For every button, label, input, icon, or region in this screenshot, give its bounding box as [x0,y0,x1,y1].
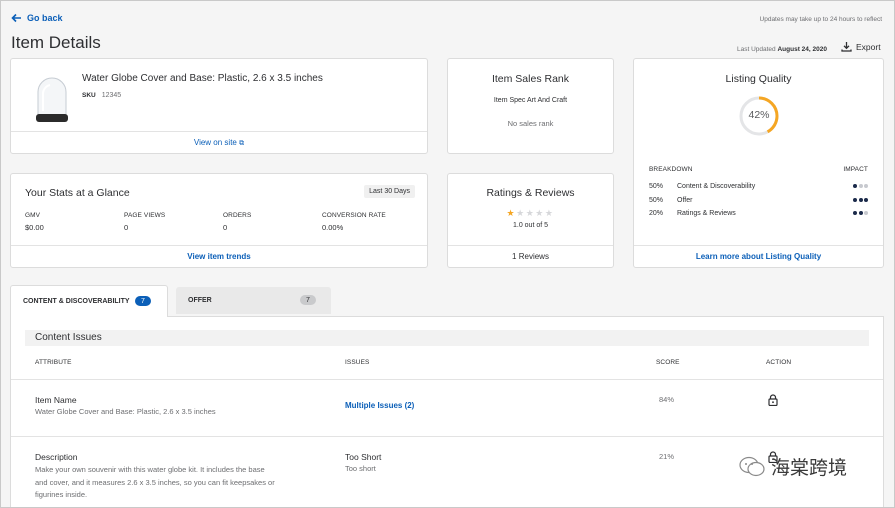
external-link-icon: ⧉ [239,140,245,147]
update-notice: Updates may take up to 24 hours to refle… [759,16,882,23]
breakdown-row: 50% Offer [649,194,868,208]
learn-more-link[interactable]: Learn more about Listing Quality [634,245,883,267]
metric-value: 0 [223,223,228,232]
watermark: 海棠跨境 [739,453,847,480]
metric-value: $0.00 [25,223,44,232]
stats-title: Your Stats at a Glance [25,187,130,199]
arrow-left-icon [11,13,21,23]
page-title: Item Details [11,33,101,52]
listing-quality-card: Listing Quality 42% BREAKDOWN IMPACT 50%… [633,58,884,268]
tab-count-badge: 7 [300,295,316,305]
star-empty-icon: ★ [516,208,526,218]
row-detail: Make your own souvenir with this water g… [35,465,275,499]
impact-dot-filled [858,197,863,202]
impact-dot-filled [858,211,863,216]
impact-dots [852,197,868,204]
row-score: 84% [659,395,675,404]
impact-dot-filled [853,211,857,216]
download-icon [841,42,852,52]
metric-value: 0.00% [322,223,344,232]
star-filled-icon: ★ [506,208,517,218]
view-trends-link[interactable]: View item trends [11,245,427,267]
star-rating: ★★★★★ [448,208,613,219]
content-issues-header: Content Issues [25,330,869,346]
impact-dots [852,183,868,190]
quality-percent: 42% [748,109,770,121]
metric-value: 0 [124,223,129,232]
tab-count-badge: 7 [135,296,151,306]
row-attribute: Description [35,452,78,462]
watermark-text: 海棠跨境 [771,457,848,479]
metric-label: GMV [25,212,41,219]
col-action: ACTION [766,359,792,366]
item-sku: SKU 12345 [82,92,122,99]
sales-rank-title: Item Sales Rank [491,73,570,85]
lock-icon[interactable] [768,394,778,406]
go-back-label: Go back [27,13,63,23]
metric-label: CONVERSION RATE [322,212,386,219]
star-empty-icon: ★ [525,208,536,218]
stats-card: Your Stats at a Glance Last 30 Days GMV … [10,173,428,268]
ratings-title: Ratings & Reviews [486,187,575,199]
item-name: Water Globe Cover and Base: Plastic, 2.6… [82,73,323,84]
chat-bubble-icon [739,456,765,476]
rating-text: 1.0 out of 5 [512,222,549,229]
item-card: Water Globe Cover and Base: Plastic, 2.6… [10,58,428,154]
sales-rank-category: Item Spec Art And Craft [493,97,568,104]
col-score: SCORE [656,359,680,366]
col-issues: ISSUES [345,359,370,366]
table-row: Item Name Water Globe Cover and Base: Pl… [11,380,883,436]
metric-label: PAGE VIEWS [124,212,166,219]
view-on-site-link[interactable]: View on site ⧉ [11,131,427,153]
metric-label: ORDERS [223,212,252,219]
listing-quality-title: Listing Quality [725,73,792,85]
row-attribute: Item Name [35,395,77,405]
breakdown-row: 20% Ratings & Reviews [649,207,868,221]
col-attribute: ATTRIBUTE [35,359,72,366]
export-button[interactable]: Export [841,41,881,52]
go-back-link[interactable]: Go back [11,13,63,23]
impact-dot-empty [864,211,868,216]
star-empty-icon: ★ [535,208,545,218]
row-score: 21% [659,452,675,461]
issue-label: Too Short [345,452,382,462]
tab-offer[interactable]: OFFER 7 [176,287,331,314]
impact-dot-filled [864,197,868,202]
impact-dot-empty [858,184,863,189]
issue-sub: Too short [345,464,376,473]
impact-dot-filled [853,184,857,189]
impact-label: IMPACT [843,166,868,173]
star-empty-icon: ★ [544,208,555,218]
ratings-card: Ratings & Reviews ★★★★★ 1.0 out of 5 1 R… [447,173,614,268]
sales-rank-value: No sales rank [507,119,554,128]
page: Go back Updates may take up to 24 hours … [0,0,895,508]
content-issues-title: Content Issues [35,332,102,343]
impact-dots [852,210,868,217]
reviews-count[interactable]: 1 Reviews [448,245,613,267]
period-badge[interactable]: Last 30 Days [364,185,415,198]
breakdown-list: 50% Content & Discoverability 50% Offer … [649,180,868,221]
impact-dot-empty [864,184,868,189]
multiple-issues-link[interactable]: Multiple Issues (2) [345,401,414,410]
water-globe-image [36,77,68,122]
impact-dot-filled [853,197,857,202]
row-detail: Water Globe Cover and Base: Plastic, 2.6… [35,407,216,416]
breakdown-row: 50% Content & Discoverability [649,180,868,194]
last-updated: Last Updated August 24, 2020 [737,46,827,53]
sales-rank-card: Item Sales Rank Item Spec Art And Craft … [447,58,614,154]
tab-content-discoverability[interactable]: CONTENT & DISCOVERABILITY 7 [10,285,168,317]
breakdown-label: BREAKDOWN [649,166,693,173]
